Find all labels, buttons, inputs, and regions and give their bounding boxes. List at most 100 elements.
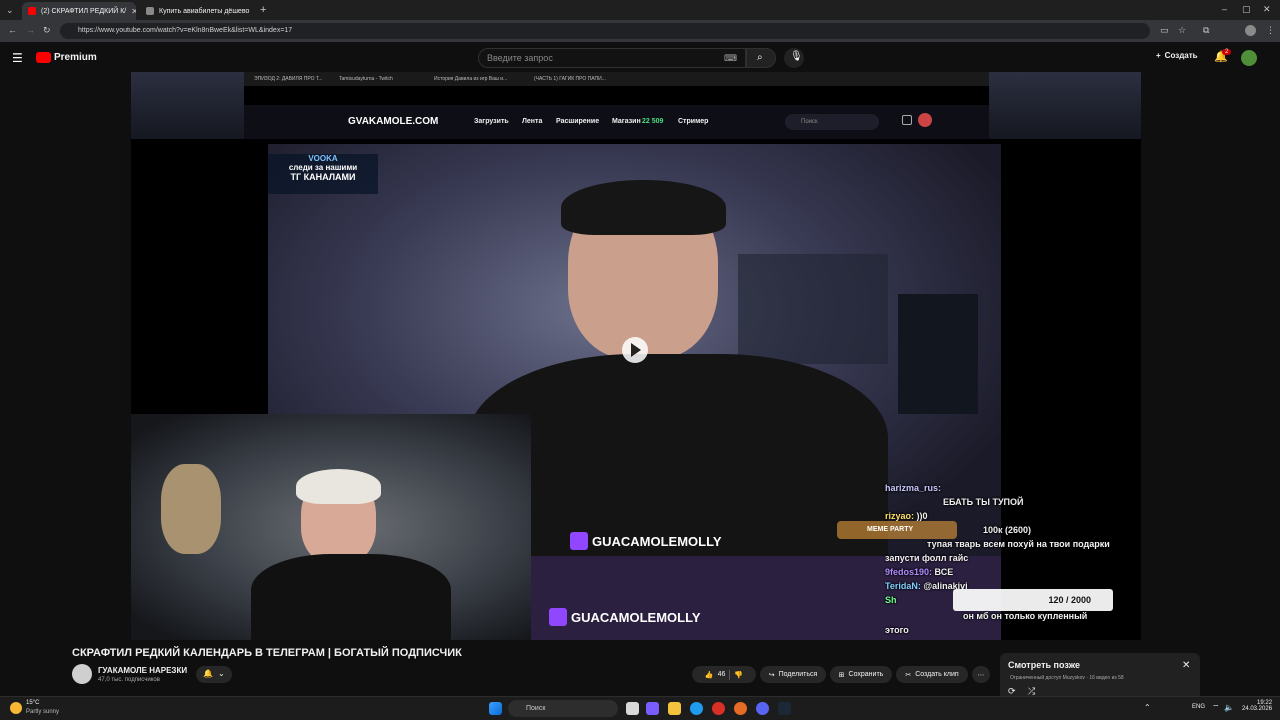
steam-icon[interactable] [778,702,791,715]
chat-text: он мб он только купленный [963,611,1088,621]
chat-user: Sh [885,595,897,605]
chat-user: harizma_rus: [885,483,942,493]
create-button[interactable]: + Создать [1156,51,1198,60]
tab-aviatickets[interactable]: Купить авиабилеты дёшево ✕ [140,2,254,20]
edge-icon[interactable] [690,702,703,715]
like-count: 46 [717,671,726,678]
twitch-name-badge-secondary: GUACAMOLEMOLLY [549,606,701,628]
blurred-edge-left [131,72,244,139]
url-field[interactable]: https://www.youtube.com/watch?v=eKln8nBw… [60,23,1150,39]
new-tab-icon[interactable]: + [260,5,266,16]
background-shelf [738,254,888,364]
goal-progress-bar: 120 / 2000 [953,589,1113,611]
copilot-icon[interactable] [646,702,659,715]
chat-line: 100к (2600) [983,525,1031,535]
scissors-icon: ✂ [905,671,912,679]
task-view-icon[interactable] [626,702,639,715]
weather-sun-icon[interactable] [10,702,22,714]
input-language[interactable]: ENG [1192,704,1205,710]
chat-line: harizma_rus: [885,483,941,493]
twitch-name-label: GUACAMOLEMOLLY [592,533,722,549]
channel-name[interactable]: ГУАКАМОЛЕ НАРЕЗКИ [98,666,187,675]
more-actions-button[interactable]: ⋯ [972,666,990,683]
telegram-banner: VOOKA следи за нашими ТГ КАНАЛАМИ [268,154,378,194]
site-search-placeholder: Поиск [801,119,818,125]
inner-browser-tabs: ЭПИЗОД 2: ДАВИЛЯ ПРО Т... Tamisudayturna… [244,72,989,86]
save-label: Сохранить [848,671,884,678]
youtube-play-icon [36,52,51,63]
wifi-icon[interactable]: ⌔ [1212,703,1220,713]
youtube-premium-label: Premium [54,52,97,63]
youtube-logo[interactable]: Premium [36,52,97,63]
bookmark-star-icon[interactable]: ☆ [1178,26,1186,35]
chat-text: ))0 [916,511,928,521]
chat-text: запусти фолл гайс [885,553,969,563]
playlist-title: Смотреть позже [1008,660,1080,670]
chat-line: запусти фолл гайс [885,553,968,563]
notification-count-badge: 2 [1222,49,1232,55]
chat-line: 9fedos190: ВСЕ [885,567,953,577]
channel-avatar[interactable] [72,664,92,684]
mic-icon: 🎙 [790,51,803,62]
extensions-icon[interactable]: ⧉ [1203,26,1209,35]
meme-party-banner: MEME PARTY [837,521,957,539]
banner-line: следи за нашими [288,163,358,172]
maximize-icon[interactable]: ▢ [1242,5,1251,14]
clip-label: Создать клип [915,671,959,678]
site-nav-item: Стример [678,118,709,125]
profile-avatar[interactable] [1245,25,1256,36]
close-window-icon[interactable]: ✕ [1263,5,1271,14]
account-avatar[interactable] [1241,50,1257,66]
site-bell-icon [902,115,912,125]
taskbar-search[interactable]: Поиск [508,700,618,717]
chat-line: rizyao: ))0 [885,511,928,521]
video-player[interactable]: ЭПИЗОД 2: ДАВИЛЯ ПРО Т... Tamisudayturna… [131,72,1141,640]
voice-search-button[interactable]: 🎙 [784,48,804,68]
browser-toolbar: ← → ↻ https://www.youtube.com/watch?v=eK… [0,20,1280,42]
minimize-icon[interactable]: – [1222,5,1227,14]
volume-icon[interactable]: 🔈 [1224,703,1234,712]
chrome-icon[interactable] [712,702,725,715]
forward-icon[interactable]: → [26,26,35,35]
subscription-bell-button[interactable]: 🔔 ⌄ [196,666,232,683]
cast-icon[interactable]: ▭ [1160,26,1169,35]
back-icon[interactable]: ← [8,26,17,35]
dislike-button[interactable]: 👎 [734,671,743,679]
start-windows-icon[interactable] [489,702,502,715]
tab-youtube-label: (2) СКРАФТИЛ РЕДКИЙ К/ [41,7,127,15]
share-button[interactable]: ↪ Поделиться [760,666,826,683]
tab-youtube[interactable]: (2) СКРАФТИЛ РЕДКИЙ К/ ✕ [22,2,136,20]
clip-button[interactable]: ✂ Создать клип [896,666,968,683]
firefox-icon[interactable] [734,702,747,715]
share-icon: ↪ [768,671,775,679]
reload-icon[interactable]: ↻ [43,26,51,35]
hamburger-menu-icon[interactable]: ☰ [12,52,23,64]
chat-line: ЕБАТЬ ТЫ ТУПОЙ [943,497,1024,507]
tab-list-icon[interactable]: ⌄ [6,6,14,15]
like-button[interactable]: 👍 46 [705,671,726,679]
site-nav-item: Магазин [612,118,641,125]
weather-temp: 15°C [26,700,40,706]
menu-dots-icon[interactable]: ⋮ [1266,26,1275,35]
discord-icon[interactable] [756,702,769,715]
twitch-glitch-icon [549,608,567,626]
chat-line: тупая тварь всем похуй на твои подарки [927,539,1110,549]
windows-taskbar: 15°C Partly sunny Поиск ⌃ ENG ⌔ 🔈 19:22 … [0,696,1280,720]
clock[interactable]: 19:22 24.03.2026 [1242,700,1272,712]
search-button[interactable]: ⌕ [746,48,776,68]
more-dots-icon: ⋯ [977,671,985,679]
search-icon: ⌕ [757,52,763,63]
keyboard-icon[interactable]: ⌨ [724,49,737,67]
play-button-icon[interactable] [622,337,648,363]
search-input[interactable]: Введите запрос ⌨ [478,48,746,68]
save-button[interactable]: ⊞ Сохранить [830,666,892,683]
tray-chevron-icon[interactable]: ⌃ [1144,703,1151,712]
share-label: Поделиться [778,671,818,678]
inner-site-navbar: GVAKAMOLE.COM Загрузить Лента Расширение… [244,105,989,139]
like-dislike-group: 👍 46 👎 [692,666,756,683]
close-tab-icon[interactable]: ✕ [131,7,136,16]
close-playlist-icon[interactable]: ✕ [1182,660,1190,671]
site-logo: GVAKAMOLE.COM [348,116,439,127]
second-streamer-hair [296,469,381,504]
file-explorer-icon[interactable] [668,702,681,715]
